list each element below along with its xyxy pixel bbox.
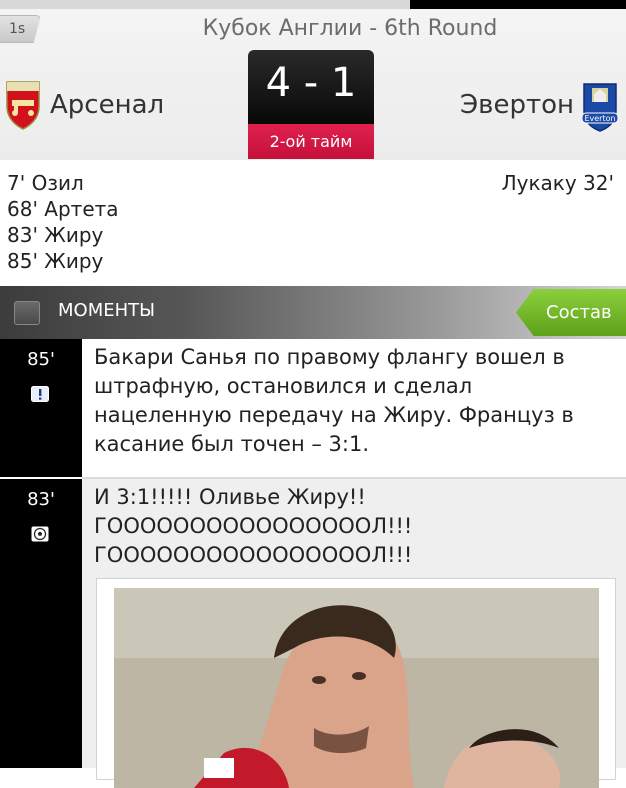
status-bar (0, 0, 626, 9)
match-header: 1s Кубок Англии - 6th Round Арсенал 4 - … (0, 9, 626, 169)
moments-bar: МОМЕНТЫ Состав (0, 286, 626, 339)
arsenal-crest-icon (6, 81, 40, 130)
home-goal: 85' Жиру (7, 249, 104, 273)
event-item: 85' Бакари Санья по правому флангу вошел… (0, 339, 626, 477)
everton-crest-label: Everton (584, 114, 615, 123)
event-text: И 3:1!!!!! Оливье Жиру!! ГОООООООООООООО… (94, 485, 413, 567)
moments-checkbox[interactable] (14, 301, 40, 325)
away-goal: Лукаку 32' (501, 171, 614, 195)
lineup-button[interactable]: Состав (516, 289, 626, 336)
home-goal: 7' Озил (7, 171, 84, 195)
away-team-name: Эвертон (459, 90, 574, 120)
competition-title: Кубок Англии - 6th Round (202, 16, 498, 41)
goal-scorers: 7' Озил 68' Артета 83' Жиру 85' Жиру Лук… (0, 160, 626, 286)
status-bar-accent (0, 0, 410, 9)
home-goal: 83' Жиру (7, 223, 104, 247)
lineup-button-label: Состав (546, 302, 612, 323)
event-content: Бакари Санья по правому флангу вошел в ш… (84, 339, 626, 477)
everton-crest-icon: Everton (581, 83, 619, 132)
scoreboard: 4 - 1 (248, 50, 374, 124)
moments-title: МОМЕНТЫ (58, 300, 156, 321)
home-team-name: Арсенал (50, 90, 165, 120)
event-minute-column: 83' (0, 479, 82, 768)
match-score: 4 - 1 (265, 60, 357, 106)
event-minute: 85' (27, 349, 55, 370)
timer-label: 1s (9, 21, 26, 37)
timer-tab[interactable]: 1s (0, 15, 41, 43)
match-status-label: 2-ой тайм (269, 132, 353, 151)
soccer-ball-icon (31, 526, 49, 542)
event-text: Бакари Санья по правому флангу вошел в ш… (94, 345, 574, 456)
event-photo-frame[interactable] (96, 578, 616, 788)
match-status-badge: 2-ой тайм (248, 124, 374, 159)
event-minute-column: 85' (0, 339, 82, 477)
home-goal: 68' Артета (7, 197, 119, 221)
event-minute: 83' (27, 489, 55, 510)
player-photo (114, 588, 599, 788)
exclamation-icon (31, 386, 49, 402)
player-photo-illustration (114, 588, 599, 788)
